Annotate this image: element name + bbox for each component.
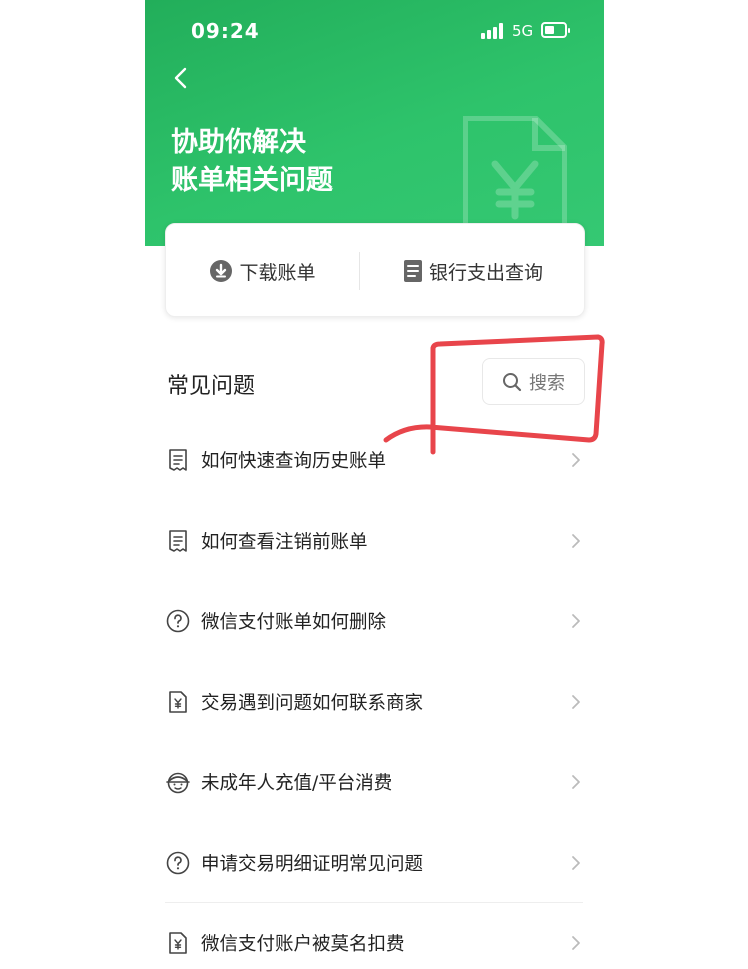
- bank-expense-query-label: 银行支出查询: [428, 261, 543, 284]
- faq-item-label: 如何快速查询历史账单: [201, 451, 387, 473]
- faq-item-closed-account-bill[interactable]: 如何查看注销前账单: [165, 501, 585, 582]
- page-title-line-2: 账单相关问题: [171, 165, 333, 196]
- faq-item-label: 申请交易明细证明常见问题: [201, 853, 424, 875]
- chevron-right-icon: [572, 775, 580, 790]
- phone-screen: 09:24 5G 协助你解决 账单相关问题 下载账单 银行支出查询 常见问题 搜…: [145, 0, 604, 969]
- network-label: 5G: [512, 22, 534, 40]
- faq-item-label: 微信支付账单如何删除: [201, 612, 387, 634]
- status-time: 09:24: [191, 19, 260, 43]
- download-bill-button[interactable]: 下载账单: [166, 224, 359, 318]
- document-icon: [403, 260, 422, 282]
- faq-header: 常见问题 搜索: [165, 355, 585, 407]
- chevron-right-icon: [572, 614, 580, 629]
- chevron-right-icon: [572, 694, 580, 709]
- search-icon: [503, 372, 522, 391]
- bank-expense-query-button[interactable]: 银行支出查询: [360, 224, 586, 318]
- page-title-line-1: 协助你解决: [171, 127, 306, 158]
- download-circle-icon: [210, 260, 233, 282]
- download-bill-label: 下载账单: [239, 261, 316, 284]
- question-circle-icon: [165, 850, 191, 876]
- battery-icon: [541, 22, 570, 38]
- chevron-right-icon: [572, 936, 580, 951]
- faq-item-unknown-deduction[interactable]: 微信支付账户被莫名扣费: [165, 903, 585, 969]
- yen-doc-icon: [165, 930, 191, 956]
- faq-item-minor-payment[interactable]: 未成年人充值/平台消费: [165, 742, 585, 823]
- faq-item-contact-merchant[interactable]: 交易遇到问题如何联系商家: [165, 662, 585, 743]
- yen-doc-icon: [165, 689, 191, 715]
- header-banner: 09:24 5G 协助你解决 账单相关问题: [145, 0, 604, 246]
- page-title: 协助你解决 账单相关问题: [171, 124, 333, 200]
- faq-item-label: 交易遇到问题如何联系商家: [201, 692, 424, 714]
- status-bar: 09:24 5G: [145, 0, 604, 60]
- signal-icon: [481, 23, 505, 39]
- chevron-right-icon: [572, 453, 580, 468]
- back-button[interactable]: [167, 64, 197, 94]
- quick-actions-card: 下载账单 银行支出查询: [165, 223, 585, 317]
- faq-search-label: 搜索: [529, 372, 565, 394]
- receipt-icon: [165, 447, 191, 473]
- faq-item-delete-bill[interactable]: 微信支付账单如何删除: [165, 581, 585, 662]
- faq-item-label: 未成年人充值/平台消费: [201, 773, 393, 795]
- faq-title: 常见问题: [167, 374, 256, 399]
- question-circle-icon: [165, 608, 191, 634]
- chevron-right-icon: [572, 855, 580, 870]
- chevron-left-icon: [174, 67, 187, 89]
- faq-search-button[interactable]: 搜索: [482, 358, 585, 405]
- chevron-right-icon: [572, 533, 580, 548]
- faq-item-label: 微信支付账户被莫名扣费: [201, 934, 405, 956]
- faq-item-label: 如何查看注销前账单: [201, 531, 368, 553]
- faq-item-transaction-certificate[interactable]: 申请交易明细证明常见问题: [165, 823, 585, 903]
- faq-item-history-bill[interactable]: 如何快速查询历史账单: [165, 420, 585, 501]
- kid-face-icon: [165, 769, 191, 795]
- receipt-icon: [165, 528, 191, 554]
- faq-list: 如何快速查询历史账单 如何查看注销前账单 微信支付账单如何删除 交易遇到问题如何…: [165, 420, 585, 969]
